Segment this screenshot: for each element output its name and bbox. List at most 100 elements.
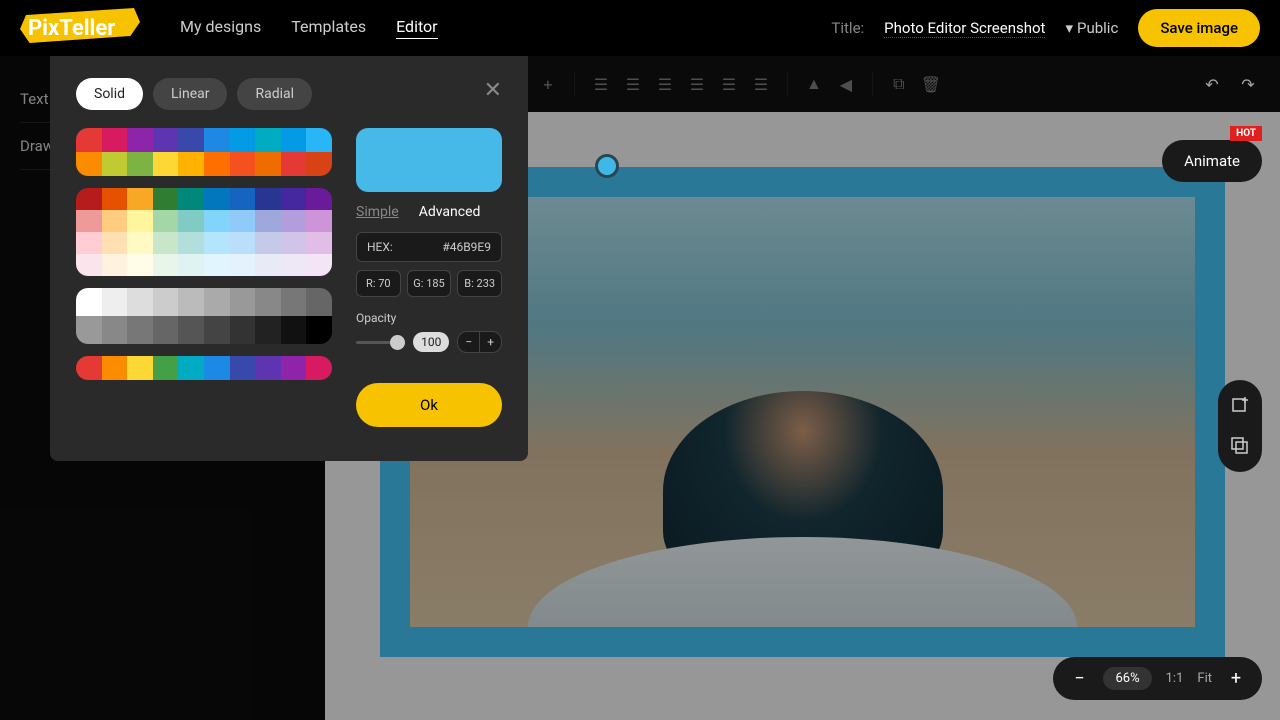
title-value[interactable]: Photo Editor Screenshot [884, 19, 1045, 38]
color-swatch[interactable] [102, 288, 128, 316]
color-swatch[interactable] [230, 232, 256, 254]
color-swatch[interactable] [281, 210, 307, 232]
close-icon[interactable]: ✕ [484, 78, 502, 103]
color-swatch[interactable] [178, 152, 204, 176]
color-swatch[interactable] [153, 152, 179, 176]
opacity-value[interactable]: 100 [413, 332, 449, 352]
color-swatch[interactable] [178, 316, 204, 344]
color-swatch[interactable] [255, 356, 281, 380]
animate-button[interactable]: Animate [1162, 140, 1262, 182]
color-swatch[interactable] [281, 128, 307, 152]
color-swatch[interactable] [281, 152, 307, 176]
slider-thumb[interactable] [390, 335, 405, 350]
save-image-button[interactable]: Save image [1138, 9, 1260, 47]
color-swatch[interactable] [204, 254, 230, 276]
history-redo-icon[interactable]: ↷ [1236, 72, 1260, 96]
color-swatch[interactable] [153, 316, 179, 344]
duplicate-icon[interactable]: ⧉ [887, 72, 911, 96]
hex-input[interactable]: HEX: #46B9E9 [356, 232, 502, 262]
rotation-handle[interactable] [595, 154, 619, 178]
color-swatch[interactable] [281, 356, 307, 380]
align-bottom-icon[interactable]: ☰ [749, 72, 773, 96]
ok-button[interactable]: Ok [356, 383, 502, 427]
color-swatch[interactable] [255, 232, 281, 254]
color-swatch[interactable] [306, 152, 332, 176]
color-swatch[interactable] [102, 356, 128, 380]
color-swatch[interactable] [102, 232, 128, 254]
color-swatch[interactable] [230, 152, 256, 176]
color-swatch[interactable] [230, 188, 256, 210]
color-swatch[interactable] [255, 254, 281, 276]
color-swatch[interactable] [76, 188, 102, 210]
color-swatch[interactable] [281, 316, 307, 344]
color-swatch[interactable] [306, 254, 332, 276]
nav-templates[interactable]: Templates [291, 17, 366, 39]
color-swatch[interactable] [178, 356, 204, 380]
color-swatch[interactable] [281, 188, 307, 210]
color-swatch[interactable] [306, 210, 332, 232]
color-swatch[interactable] [255, 210, 281, 232]
color-swatch[interactable] [153, 188, 179, 210]
zoom-plus-icon[interactable]: + [536, 72, 560, 96]
color-swatch[interactable] [178, 232, 204, 254]
color-swatch[interactable] [255, 128, 281, 152]
color-swatch[interactable] [102, 128, 128, 152]
color-swatch[interactable] [255, 316, 281, 344]
color-swatch[interactable] [178, 188, 204, 210]
visibility-dropdown[interactable]: ▾ Public [1065, 19, 1118, 37]
color-swatch[interactable] [127, 316, 153, 344]
fill-tab-linear[interactable]: Linear [153, 78, 227, 110]
color-swatch[interactable] [306, 356, 332, 380]
align-left-icon[interactable]: ☰ [589, 72, 613, 96]
mode-tab-simple[interactable]: Simple [356, 204, 399, 220]
zoom-ratio-button[interactable]: 1:1 [1166, 671, 1184, 686]
flip-v-icon[interactable]: ◀ [834, 72, 858, 96]
color-swatch[interactable] [306, 128, 332, 152]
color-swatch[interactable] [153, 210, 179, 232]
nav-editor[interactable]: Editor [396, 17, 437, 39]
color-swatch[interactable] [127, 210, 153, 232]
history-undo-icon[interactable]: ↶ [1200, 72, 1224, 96]
color-swatch[interactable] [102, 152, 128, 176]
add-layer-icon[interactable] [1226, 392, 1254, 420]
color-swatch[interactable] [102, 210, 128, 232]
color-swatch[interactable] [230, 128, 256, 152]
color-swatch[interactable] [255, 288, 281, 316]
nav-my-designs[interactable]: My designs [180, 17, 261, 39]
color-swatch[interactable] [306, 288, 332, 316]
fill-tab-radial[interactable]: Radial [237, 78, 312, 110]
color-swatch[interactable] [306, 316, 332, 344]
layers-icon[interactable] [1226, 432, 1254, 460]
color-swatch[interactable] [178, 254, 204, 276]
b-input[interactable]: B: 233 [457, 270, 502, 297]
color-swatch[interactable] [153, 232, 179, 254]
color-swatch[interactable] [204, 128, 230, 152]
align-top-icon[interactable]: ☰ [685, 72, 709, 96]
opacity-minus-button[interactable]: − [458, 332, 480, 352]
color-swatch[interactable] [230, 254, 256, 276]
color-swatch[interactable] [76, 356, 102, 380]
opacity-plus-button[interactable]: + [480, 332, 501, 352]
opacity-slider[interactable] [356, 341, 405, 344]
color-swatch[interactable] [281, 254, 307, 276]
color-swatch[interactable] [306, 188, 332, 210]
color-swatch[interactable] [76, 152, 102, 176]
color-swatch[interactable] [76, 232, 102, 254]
color-swatch[interactable] [230, 316, 256, 344]
color-swatch[interactable] [230, 356, 256, 380]
color-swatch[interactable] [127, 232, 153, 254]
color-swatch[interactable] [153, 288, 179, 316]
color-swatch[interactable] [204, 152, 230, 176]
logo[interactable]: PixTeller [20, 8, 150, 48]
color-swatch[interactable] [153, 356, 179, 380]
color-swatch[interactable] [230, 210, 256, 232]
g-input[interactable]: G: 185 [407, 270, 452, 297]
color-swatch[interactable] [281, 288, 307, 316]
color-swatch[interactable] [76, 288, 102, 316]
zoom-value[interactable]: 66% [1103, 667, 1151, 690]
color-swatch[interactable] [127, 288, 153, 316]
zoom-out-button[interactable]: − [1069, 668, 1089, 689]
delete-icon[interactable]: 🗑 [919, 72, 943, 96]
color-swatch[interactable] [127, 188, 153, 210]
align-middle-icon[interactable]: ☰ [717, 72, 741, 96]
